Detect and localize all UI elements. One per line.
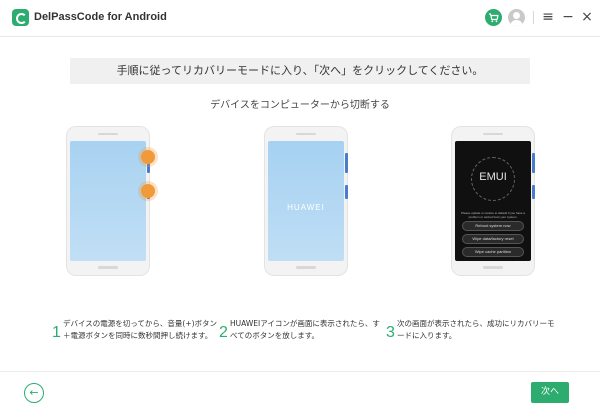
step-text: デバイスの電源を切ってから、音量(+)ボタン＋電源ボタンを同時に数秒間押し続けま… — [63, 319, 218, 340]
app-logo-icon — [12, 9, 29, 26]
arrow-left-icon: ← — [29, 386, 39, 399]
phone-screen: HUAWEI — [268, 141, 344, 261]
minimize-icon[interactable]: − — [561, 8, 575, 26]
phone-home-bar — [296, 266, 316, 269]
huawei-logo-text: HUAWEI — [287, 203, 325, 212]
phone-illustration-step-3: EMUI Please update or restore to default… — [452, 127, 535, 275]
next-button[interactable]: 次へ — [531, 382, 569, 403]
wipe-data-option: Wipe data/factory reset — [462, 234, 524, 244]
cart-icon[interactable] — [485, 9, 502, 26]
phone-speaker — [483, 133, 503, 135]
phone-home-bar — [98, 266, 118, 269]
step-number: 3 — [386, 324, 395, 341]
power-key — [532, 185, 535, 199]
phone-illustration-step-2: HUAWEI — [265, 127, 348, 275]
step-number: 2 — [219, 324, 228, 341]
recovery-screen: EMUI Please update or restore to default… — [455, 141, 531, 261]
emui-logo-text: EMUI — [479, 171, 507, 183]
step-text: 次の画面が表示されたら、成功にリカバリーモードに入ります。 — [397, 319, 555, 340]
cart-icon-graphic — [489, 13, 499, 23]
power-key — [345, 185, 348, 199]
account-icon[interactable] — [508, 9, 525, 26]
step-text: HUAWEIアイコンが画面に表示されたら、すべてのボタンを放します。 — [230, 319, 380, 340]
phone-home-bar — [483, 266, 503, 269]
power-press-indicator — [141, 184, 155, 198]
toolbar-separator — [533, 11, 534, 24]
back-button[interactable]: ← — [24, 383, 44, 403]
app-title: DelPassCode for Android — [34, 11, 167, 23]
phone-screen — [70, 141, 146, 261]
phone-speaker — [98, 133, 118, 135]
menu-icon[interactable]: ≡ — [541, 8, 555, 26]
step-number: 1 — [52, 324, 61, 341]
phone-illustration-step-1 — [67, 127, 155, 275]
volume-key — [532, 153, 535, 173]
reboot-option: Reboot system now — [462, 221, 524, 231]
phone-speaker — [296, 133, 316, 135]
title-bar: DelPassCode for Android ≡ − × — [0, 0, 600, 36]
wipe-cache-option: Wipe cache partition — [462, 247, 524, 257]
instruction-banner: 手順に従ってリカバリーモードに入り、「次へ」をクリックしてください。 — [70, 58, 530, 84]
volume-press-indicator — [141, 150, 155, 164]
title-divider — [0, 36, 600, 37]
close-icon[interactable]: × — [580, 8, 594, 26]
volume-key — [345, 153, 348, 173]
recovery-description: Please update or restore to default if y… — [461, 211, 525, 219]
footer-divider — [0, 371, 600, 372]
disconnect-heading: デバイスをコンピューターから切断する — [210, 100, 390, 111]
